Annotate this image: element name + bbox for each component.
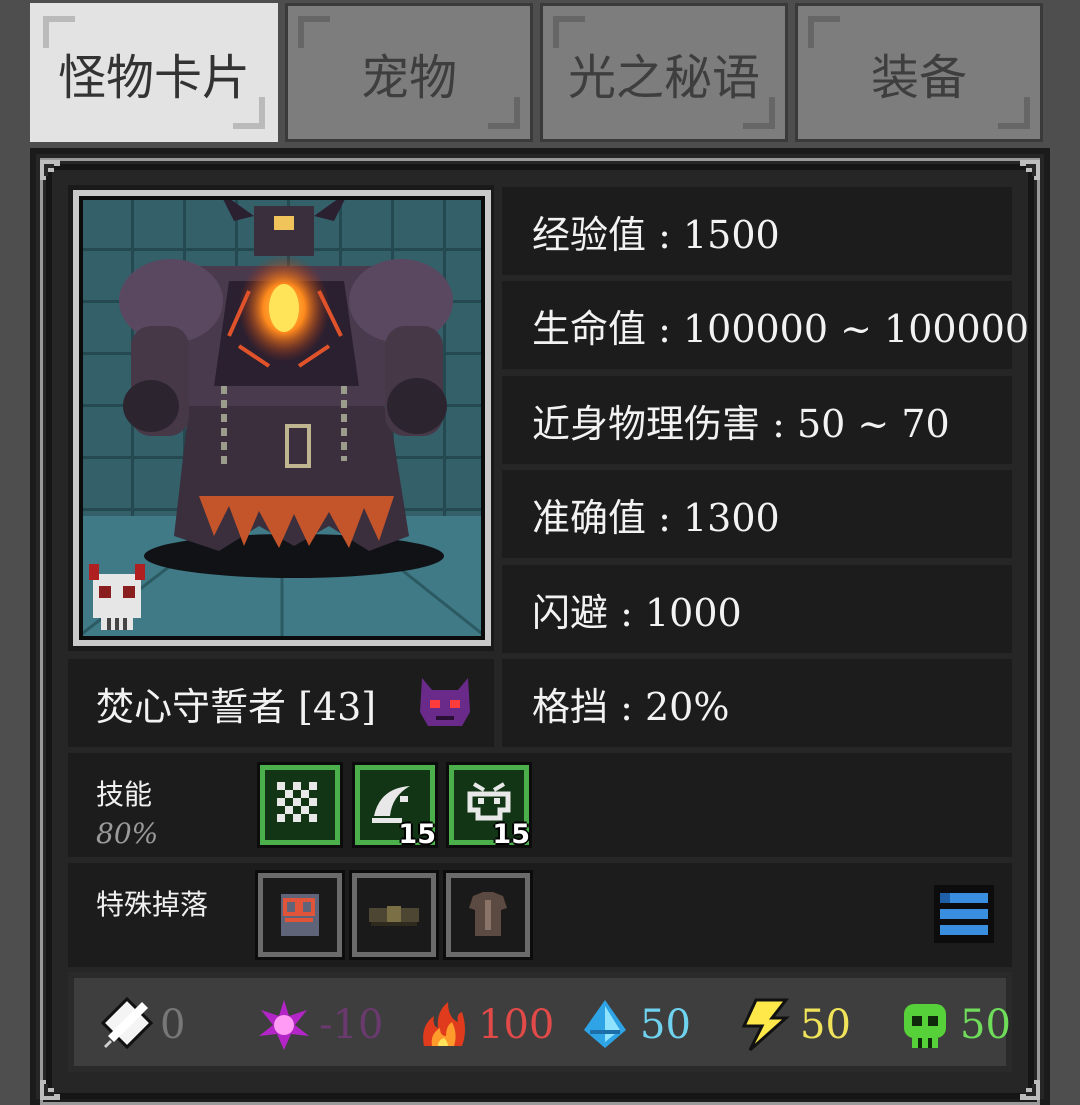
resistance-value: 50 [800,1002,851,1048]
tab-label: 光之秘语 [567,49,760,106]
resistance-physical: 0 [96,995,185,1055]
resistance-value: 50 [640,1002,691,1048]
stat-experience: 经验值 : 1500 [502,187,1012,275]
resistance-dark: -10 [255,995,383,1055]
skill-slot[interactable]: 15 [446,762,532,850]
stat-text: 准确值 : 1300 [532,495,780,540]
stat-text: 近身物理伤害 : 50 ~ 70 [532,401,950,446]
fire-icon [423,1002,465,1046]
drop-slot[interactable] [443,870,533,960]
stat-accuracy: 准确值 : 1300 [502,470,1012,558]
frame-corner-ornament [40,160,60,180]
frame-corner-ornament [40,1080,60,1100]
resistance-value: -10 [319,1002,384,1048]
stat-melee-damage: 近身物理伤害 : 50 ~ 70 [502,376,1012,464]
monster-name-row: 焚心守誓者 [43] [68,659,494,747]
tab-label: 装备 [870,49,967,106]
water-drop-icon [584,1000,626,1048]
stat-hp: 生命值 : 100000 ~ 100000 [502,281,1029,369]
tab-corner-decoration [553,16,585,48]
stat-evasion: 闪避 : 1000 [502,565,1012,653]
poison-skull-icon [904,1004,946,1048]
special-drops-row: 特殊掉落 [68,863,1012,967]
grid-rune-icon [277,782,317,822]
dark-orb-icon [259,1000,309,1050]
stat-block: 格挡 : 20% [502,659,1012,747]
drop-slot[interactable] [255,870,345,960]
tab-corner-decoration [298,16,330,48]
stat-text: 生命值 : 100000 ~ 100000 [532,306,1030,351]
resistance-value: 0 [160,1002,186,1048]
stat-text: 格挡 : 20% [532,684,730,729]
tab-corner-decoration [808,16,840,48]
tab-label: 怪物卡片 [57,49,250,106]
tab-pet[interactable]: 宠物 [285,3,533,142]
skill-slot[interactable] [257,762,343,848]
tab-corner-decoration [488,97,520,129]
special-drops-label: 特殊掉落 [96,888,209,921]
belt-icon [369,906,419,926]
skill-slot[interactable]: 15 [352,762,438,850]
lightning-icon [741,998,790,1052]
monster-portrait [73,190,491,646]
resistance-value: 50 [960,1002,1011,1048]
boss-skull-icon [89,564,145,630]
sword-icon [100,996,154,1050]
drop-slot[interactable] [349,870,439,960]
skill-count: 15 [492,819,530,850]
tab-equipment[interactable]: 装备 [795,3,1043,142]
resistance-poison: 50 [896,995,1011,1055]
tab-corner-decoration [43,16,75,48]
skills-chance: 80% [96,817,159,850]
skill-count: 15 [398,819,436,850]
resistance-water: 50 [576,995,691,1055]
resistance-fire: 100 [414,995,554,1055]
list-icon[interactable] [934,885,994,943]
tab-monster-card[interactable]: 怪物卡片 [30,3,278,142]
monster-name: 焚心守誓者 [43] [96,684,377,729]
frame-corner-ornament [1020,160,1040,180]
tab-label: 宠物 [360,49,457,106]
demon-face-icon[interactable] [414,672,476,734]
resistance-value: 100 [478,1002,555,1048]
armor-icon [469,892,507,936]
tab-corner-decoration [998,97,1030,129]
skills-label: 技能 [96,778,153,811]
tab-corner-decoration [233,97,265,129]
resistance-lightning: 50 [736,995,851,1055]
frame-corner-ornament [1020,1080,1040,1100]
stat-text: 闪避 : 1000 [532,590,742,635]
scroll-icon [281,894,319,936]
tab-secret-of-light[interactable]: 光之秘语 [540,3,788,142]
tab-corner-decoration [743,97,775,129]
skills-row: 技能 80% 15 15 [68,753,1012,857]
stat-text: 经验值 : 1500 [532,212,780,257]
